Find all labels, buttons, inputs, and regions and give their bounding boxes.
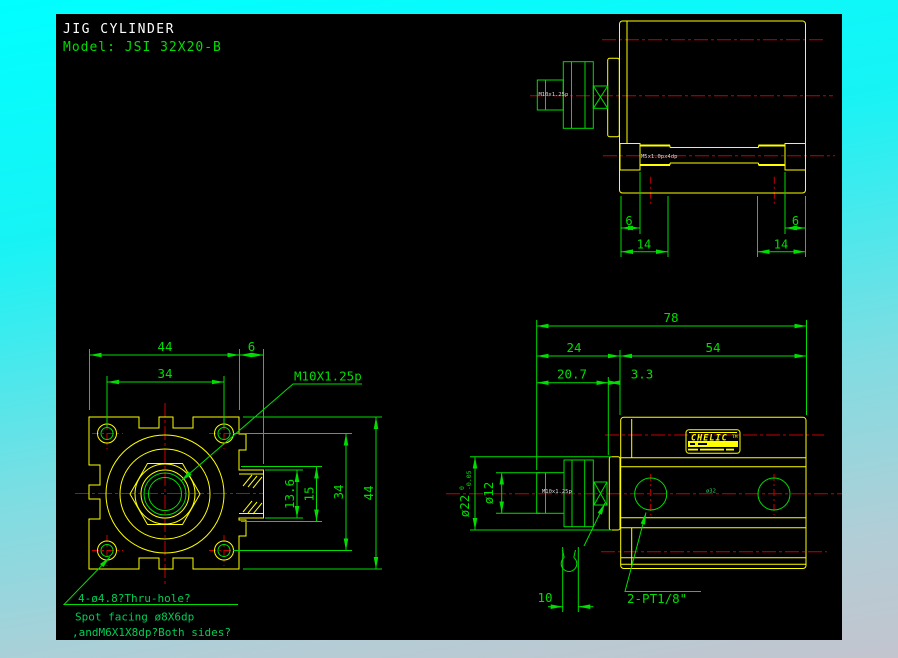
thread-label: M10X1.25p	[294, 369, 362, 384]
top-view-dimensions: 6 14 6 14	[620, 172, 806, 257]
dim-total-78: 78	[663, 310, 678, 325]
dim-dia22-tol-lower: -0.05	[465, 470, 473, 490]
wrench-symbol	[560, 502, 606, 572]
bore-label: ø32	[706, 489, 716, 495]
drawing-title: JIG CYLINDER	[63, 22, 175, 37]
side-view: ø32 CHELIC TM M10x1.25p 2-PT1/8" 78 24 5…	[446, 310, 842, 612]
brand-plate: CHELIC TM	[685, 429, 741, 454]
cap-plate	[607, 57, 620, 138]
dim-width-44: 44	[157, 339, 172, 354]
dim-height-44: 44	[361, 485, 376, 500]
dim-dia22: ø22	[457, 495, 472, 518]
dim-54: 54	[705, 340, 720, 355]
note-line-1: 4-ø4.8?Thru-hole?	[78, 592, 191, 605]
dim-left-14: 14	[637, 238, 651, 252]
title-block: JIG CYLINDER Model: JSI 32X20-B	[63, 22, 222, 55]
top-view: M5x1.0px4dp M10x1.25p 6 14 6 14	[530, 20, 835, 257]
port-callout: 2-PT1/8"	[624, 512, 701, 606]
dim-rod-flat-10: 10	[537, 590, 552, 605]
brand-tm: TM	[732, 434, 738, 440]
dim-right-6: 6	[792, 214, 799, 228]
cad-viewer-page: { "title_block": { "title": "JIG CYLINDE…	[0, 0, 898, 658]
front-view: 44 6 34 13.6 15 34 44 M10X1.25p 4-ø4.8?T…	[62, 339, 382, 639]
dim-3-3: 3.3	[631, 367, 654, 382]
thread-callout: M10X1.25p	[180, 369, 362, 482]
port-label: 2-PT1/8"	[627, 591, 687, 606]
dim-slot-13-6: 13.6	[282, 479, 297, 509]
dim-bolt-34: 34	[157, 366, 172, 381]
dim-dia12: ø12	[481, 482, 496, 505]
drawing-model: Model: JSI 32X20-B	[63, 40, 222, 55]
dim-left-6: 6	[625, 214, 632, 228]
dim-24: 24	[566, 340, 581, 355]
note-line-2: Spot facing ø8X6dp	[75, 611, 194, 624]
drawing-canvas[interactable]: JIG CYLINDER Model: JSI 32X20-B M5x1.0px…	[56, 14, 842, 640]
note-line-3: ,andM6X1X8dp?Both sides?	[72, 626, 231, 639]
dim-tab-6: 6	[248, 339, 256, 354]
dim-right-14: 14	[774, 238, 788, 252]
rod-thread-label-side: M10x1.25p	[542, 489, 572, 495]
rail-thread-label: M5x1.0px4dp	[641, 154, 677, 160]
dim-20-7: 20.7	[557, 367, 587, 382]
dim-slot-15: 15	[302, 486, 317, 501]
cylinder-body-outline	[619, 20, 806, 194]
rod-thread-label-top: M10x1.25p	[539, 92, 569, 98]
dim-holes-34: 34	[331, 484, 346, 499]
cad-drawing: JIG CYLINDER Model: JSI 32X20-B M5x1.0px…	[62, 20, 842, 639]
